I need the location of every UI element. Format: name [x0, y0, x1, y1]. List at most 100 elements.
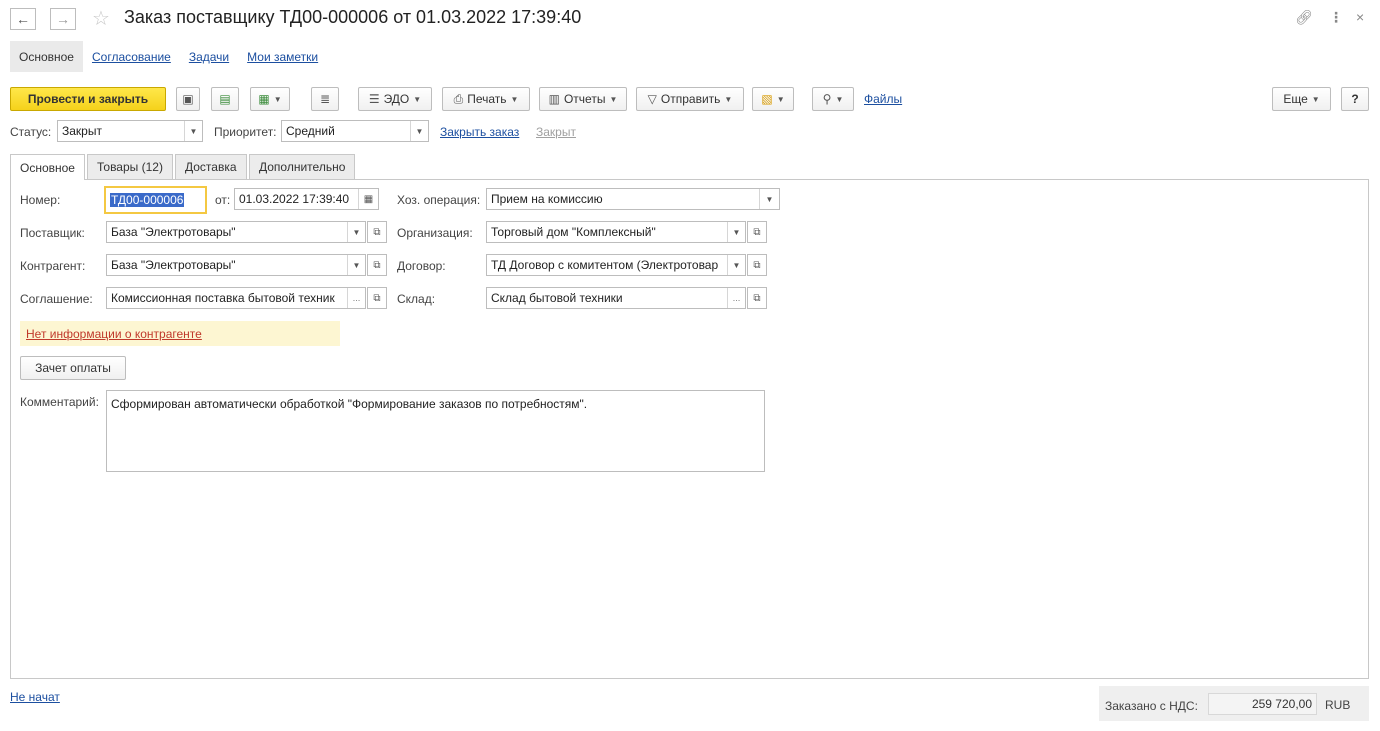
back-button[interactable]: ← [10, 8, 36, 30]
send-icon: ▽ [647, 92, 657, 106]
no-counterparty-info-link[interactable]: Нет информации о контрагенте [26, 327, 202, 341]
status-value: Закрыт [62, 124, 102, 138]
reports-icon: ▥ [548, 92, 560, 106]
open-icon: ⧉ [753, 226, 761, 238]
supplier-select[interactable]: База "Электротовары" ▼ [106, 221, 366, 243]
priority-select[interactable]: Средний ▼ [281, 120, 429, 142]
star-icon[interactable]: ☆ [92, 6, 110, 31]
open-counterparty-button[interactable]: ⧉ [367, 254, 387, 276]
tab-main[interactable]: Основное [10, 154, 85, 180]
chevron-down-icon[interactable]: ▼ [347, 255, 365, 275]
closed-link: Закрыт [536, 125, 576, 139]
chevron-down-icon[interactable]: ▼ [347, 222, 365, 242]
attachments-button[interactable]: ⚲ ▼ [812, 87, 854, 111]
create-based-on-button[interactable]: ▦ ▼ [250, 87, 290, 111]
supplier-value: База "Электротовары" [111, 225, 236, 239]
from-label: от: [215, 193, 231, 207]
open-supplier-button[interactable]: ⧉ [367, 221, 387, 243]
document-structure-icon: ≣ [319, 92, 331, 106]
paperclip-icon: ⚲ [822, 92, 832, 106]
chevron-down-icon: ▼ [1311, 94, 1320, 104]
date-field[interactable]: 01.03.2022 17:39:40 ▦ [234, 188, 379, 210]
open-agreement-button[interactable]: ⧉ [367, 287, 387, 309]
create-based-icon: ▦ [258, 92, 270, 106]
total-label: Заказано с НДС: [1105, 699, 1198, 713]
offset-payment-button[interactable]: Зачет оплаты [20, 356, 126, 380]
supplier-label: Поставщик: [20, 226, 85, 240]
more-vertical-icon[interactable]: ⋮ [1329, 9, 1343, 26]
document-clock-icon: ▧ [761, 92, 773, 106]
operation-select[interactable]: Прием на комиссию ▼ [486, 188, 780, 210]
agreement-select[interactable]: Комиссионная поставка бытовой техник … [106, 287, 366, 309]
calendar-icon[interactable]: ▦ [358, 189, 378, 209]
contract-select[interactable]: ТД Договор с комитентом (Электротовар ▼ [486, 254, 746, 276]
open-organization-button[interactable]: ⧉ [747, 221, 767, 243]
organization-select[interactable]: Торговый дом "Комплексный" ▼ [486, 221, 746, 243]
status-not-started-link[interactable]: Не начат [10, 690, 60, 704]
reports-label: Отчеты [563, 92, 606, 106]
section-tasks[interactable]: Задачи [180, 41, 238, 72]
comment-label: Комментарий: [20, 395, 99, 409]
chevron-down-icon[interactable]: ▼ [184, 121, 202, 141]
tab-additional[interactable]: Дополнительно [249, 154, 356, 179]
open-icon: ⧉ [753, 259, 761, 271]
more-button[interactable]: Еще ▼ [1272, 87, 1331, 111]
attach-menu-button[interactable]: ▧ ▼ [752, 87, 794, 111]
printer-icon: ⎙ [453, 91, 464, 106]
chevron-down-icon[interactable]: ▼ [410, 121, 428, 141]
forward-button[interactable]: → [50, 8, 76, 30]
date-value: 01.03.2022 17:39:40 [239, 192, 350, 206]
chevron-down-icon: ▼ [724, 94, 733, 104]
section-my-notes[interactable]: Мои заметки [238, 41, 327, 72]
ellipsis-icon[interactable]: … [347, 288, 365, 308]
edo-button[interactable]: ☰ ЭДО ▼ [358, 87, 432, 111]
chevron-down-icon: ▼ [273, 94, 282, 104]
open-contract-button[interactable]: ⧉ [747, 254, 767, 276]
ellipsis-icon[interactable]: … [727, 288, 745, 308]
chevron-down-icon[interactable]: ▼ [727, 222, 745, 242]
close-icon[interactable]: × [1356, 9, 1364, 25]
chevron-down-icon[interactable]: ▼ [759, 189, 779, 209]
send-button[interactable]: ▽ Отправить ▼ [636, 87, 744, 111]
tab-delivery[interactable]: Доставка [175, 154, 247, 179]
reports-button[interactable]: ▥ Отчеты ▼ [539, 87, 627, 111]
post-button[interactable]: ▤ [211, 87, 239, 111]
structure-button[interactable]: ≣ [311, 87, 339, 111]
operation-value: Прием на комиссию [491, 192, 603, 206]
number-field[interactable]: ТД00-000006 [104, 186, 207, 214]
link-icon[interactable]: 🔗︎ [1295, 9, 1313, 26]
comment-textarea[interactable]: Сформирован автоматически обработкой "Фо… [106, 390, 765, 472]
priority-value: Средний [286, 124, 335, 138]
agreement-value: Комиссионная поставка бытовой техник [111, 291, 335, 305]
organization-label: Организация: [397, 226, 473, 240]
number-value: ТД00-000006 [110, 193, 185, 207]
tab-goods[interactable]: Товары (12) [87, 154, 173, 179]
arrow-right-icon: → [56, 11, 70, 27]
warehouse-value: Склад бытовой техники [491, 291, 623, 305]
open-warehouse-button[interactable]: ⧉ [747, 287, 767, 309]
save-button[interactable]: ▣ [176, 87, 200, 111]
warehouse-select[interactable]: Склад бытовой техники … [486, 287, 746, 309]
chevron-down-icon: ▼ [835, 94, 844, 104]
more-label: Еще [1283, 92, 1308, 106]
close-order-link[interactable]: Закрыть заказ [440, 125, 519, 139]
arrow-left-icon: ← [16, 11, 30, 27]
agreement-label: Соглашение: [20, 292, 93, 306]
print-label: Печать [467, 92, 507, 106]
files-link[interactable]: Файлы [864, 92, 902, 106]
counterparty-select[interactable]: База "Электротовары" ▼ [106, 254, 366, 276]
open-icon: ⧉ [373, 226, 381, 238]
section-approval[interactable]: Согласование [83, 41, 180, 72]
help-button[interactable]: ? [1341, 87, 1369, 111]
post-and-close-button[interactable]: Провести и закрыть [10, 87, 166, 111]
counterparty-value: База "Электротовары" [111, 258, 236, 272]
total-value: 259 720,00 [1208, 693, 1317, 715]
print-button[interactable]: ⎙ Печать ▼ [442, 87, 530, 111]
status-select[interactable]: Закрыт ▼ [57, 120, 203, 142]
section-main[interactable]: Основное [10, 41, 83, 72]
contract-label: Договор: [397, 259, 446, 273]
edo-label: ЭДО [383, 92, 410, 106]
chevron-down-icon[interactable]: ▼ [727, 255, 745, 275]
priority-label: Приоритет: [214, 125, 277, 139]
open-icon: ⧉ [373, 259, 381, 271]
